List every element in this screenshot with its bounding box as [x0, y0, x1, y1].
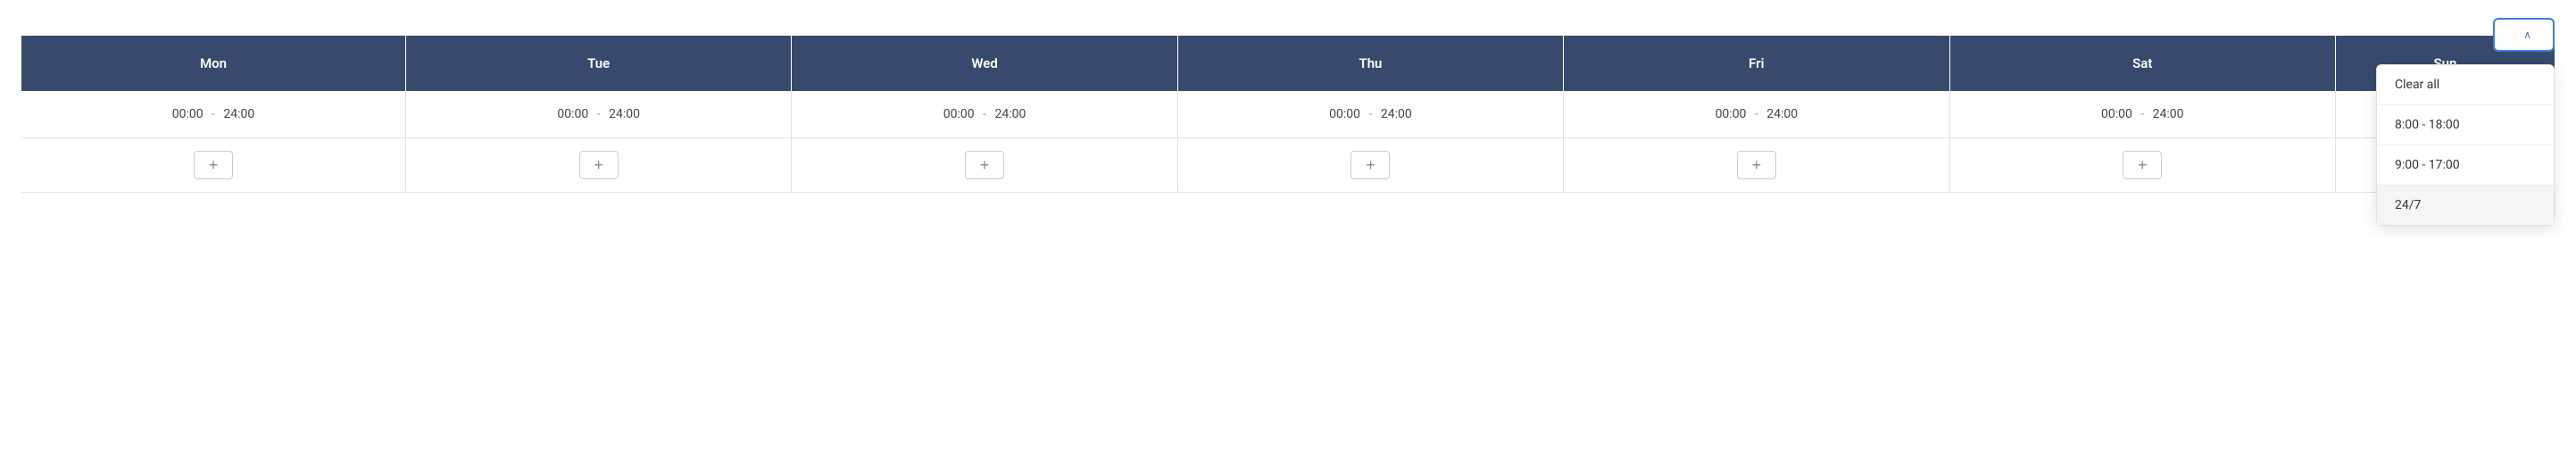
- apply-template-button[interactable]: ∧: [2493, 18, 2555, 52]
- time-end: 24:00: [1381, 107, 1412, 121]
- day-header-tue: Tue: [405, 36, 791, 91]
- time-end: 24:00: [609, 107, 640, 121]
- add-button-mon[interactable]: +: [194, 151, 233, 179]
- day-header-wed: Wed: [792, 36, 1177, 91]
- add-cell-mon: +: [21, 138, 405, 193]
- time-end: 24:00: [994, 107, 1026, 121]
- dropdown-item-9-17[interactable]: 9:00 - 17:00: [2377, 145, 2554, 186]
- page-container: ∧ Clear all 8:00 - 18:00 9:00 - 17:00 24…: [0, 0, 2576, 455]
- time-end: 24:00: [2153, 107, 2184, 121]
- template-dropdown: Clear all 8:00 - 18:00 9:00 - 17:00 24/7: [2376, 64, 2555, 226]
- day-header-thu: Thu: [1177, 36, 1563, 91]
- time-cell-mon: 00:00 - 24:00: [21, 91, 405, 138]
- day-header-mon: Mon: [21, 36, 405, 91]
- day-header-fri: Fri: [1564, 36, 1949, 91]
- time-dash: -: [1366, 107, 1375, 121]
- dropdown-item-24-7[interactable]: 24/7: [2377, 186, 2554, 225]
- dropdown-item-clear-all[interactable]: Clear all: [2377, 65, 2554, 105]
- time-dash: -: [209, 107, 219, 121]
- add-cell-fri: +: [1564, 138, 1949, 193]
- chevron-up-icon: ∧: [2523, 29, 2531, 41]
- add-cell-tue: +: [405, 138, 791, 193]
- add-button-wed[interactable]: +: [965, 151, 1004, 179]
- time-cell-fri: 00:00 - 24:00: [1564, 91, 1949, 138]
- time-cell-thu: 00:00 - 24:00: [1177, 91, 1563, 138]
- add-cell-thu: +: [1177, 138, 1563, 193]
- schedule-table: MonTueWedThuFriSatSun 00:00 - 24:0000:00…: [21, 36, 2555, 193]
- time-start: 00:00: [557, 107, 588, 121]
- time-start: 00:00: [1716, 107, 1747, 121]
- add-button-sat[interactable]: +: [2123, 151, 2162, 179]
- add-cell-wed: +: [792, 138, 1177, 193]
- time-cell-tue: 00:00 - 24:00: [405, 91, 791, 138]
- time-cell-sat: 00:00 - 24:00: [1949, 91, 2335, 138]
- time-dash: -: [980, 107, 990, 121]
- time-dash: -: [1751, 107, 1761, 121]
- dropdown-item-8-18[interactable]: 8:00 - 18:00: [2377, 105, 2554, 145]
- time-start: 00:00: [943, 107, 975, 121]
- time-start: 00:00: [2101, 107, 2132, 121]
- time-cell-wed: 00:00 - 24:00: [792, 91, 1177, 138]
- time-end: 24:00: [1766, 107, 1798, 121]
- time-start: 00:00: [1329, 107, 1360, 121]
- add-button-thu[interactable]: +: [1350, 151, 1390, 179]
- day-header-sat: Sat: [1949, 36, 2335, 91]
- time-dash: -: [2138, 107, 2148, 121]
- add-cell-sat: +: [1949, 138, 2335, 193]
- time-dash: -: [594, 107, 603, 121]
- add-button-fri[interactable]: +: [1737, 151, 1776, 179]
- time-start: 00:00: [172, 107, 204, 121]
- time-end: 24:00: [223, 107, 254, 121]
- add-button-tue[interactable]: +: [579, 151, 619, 179]
